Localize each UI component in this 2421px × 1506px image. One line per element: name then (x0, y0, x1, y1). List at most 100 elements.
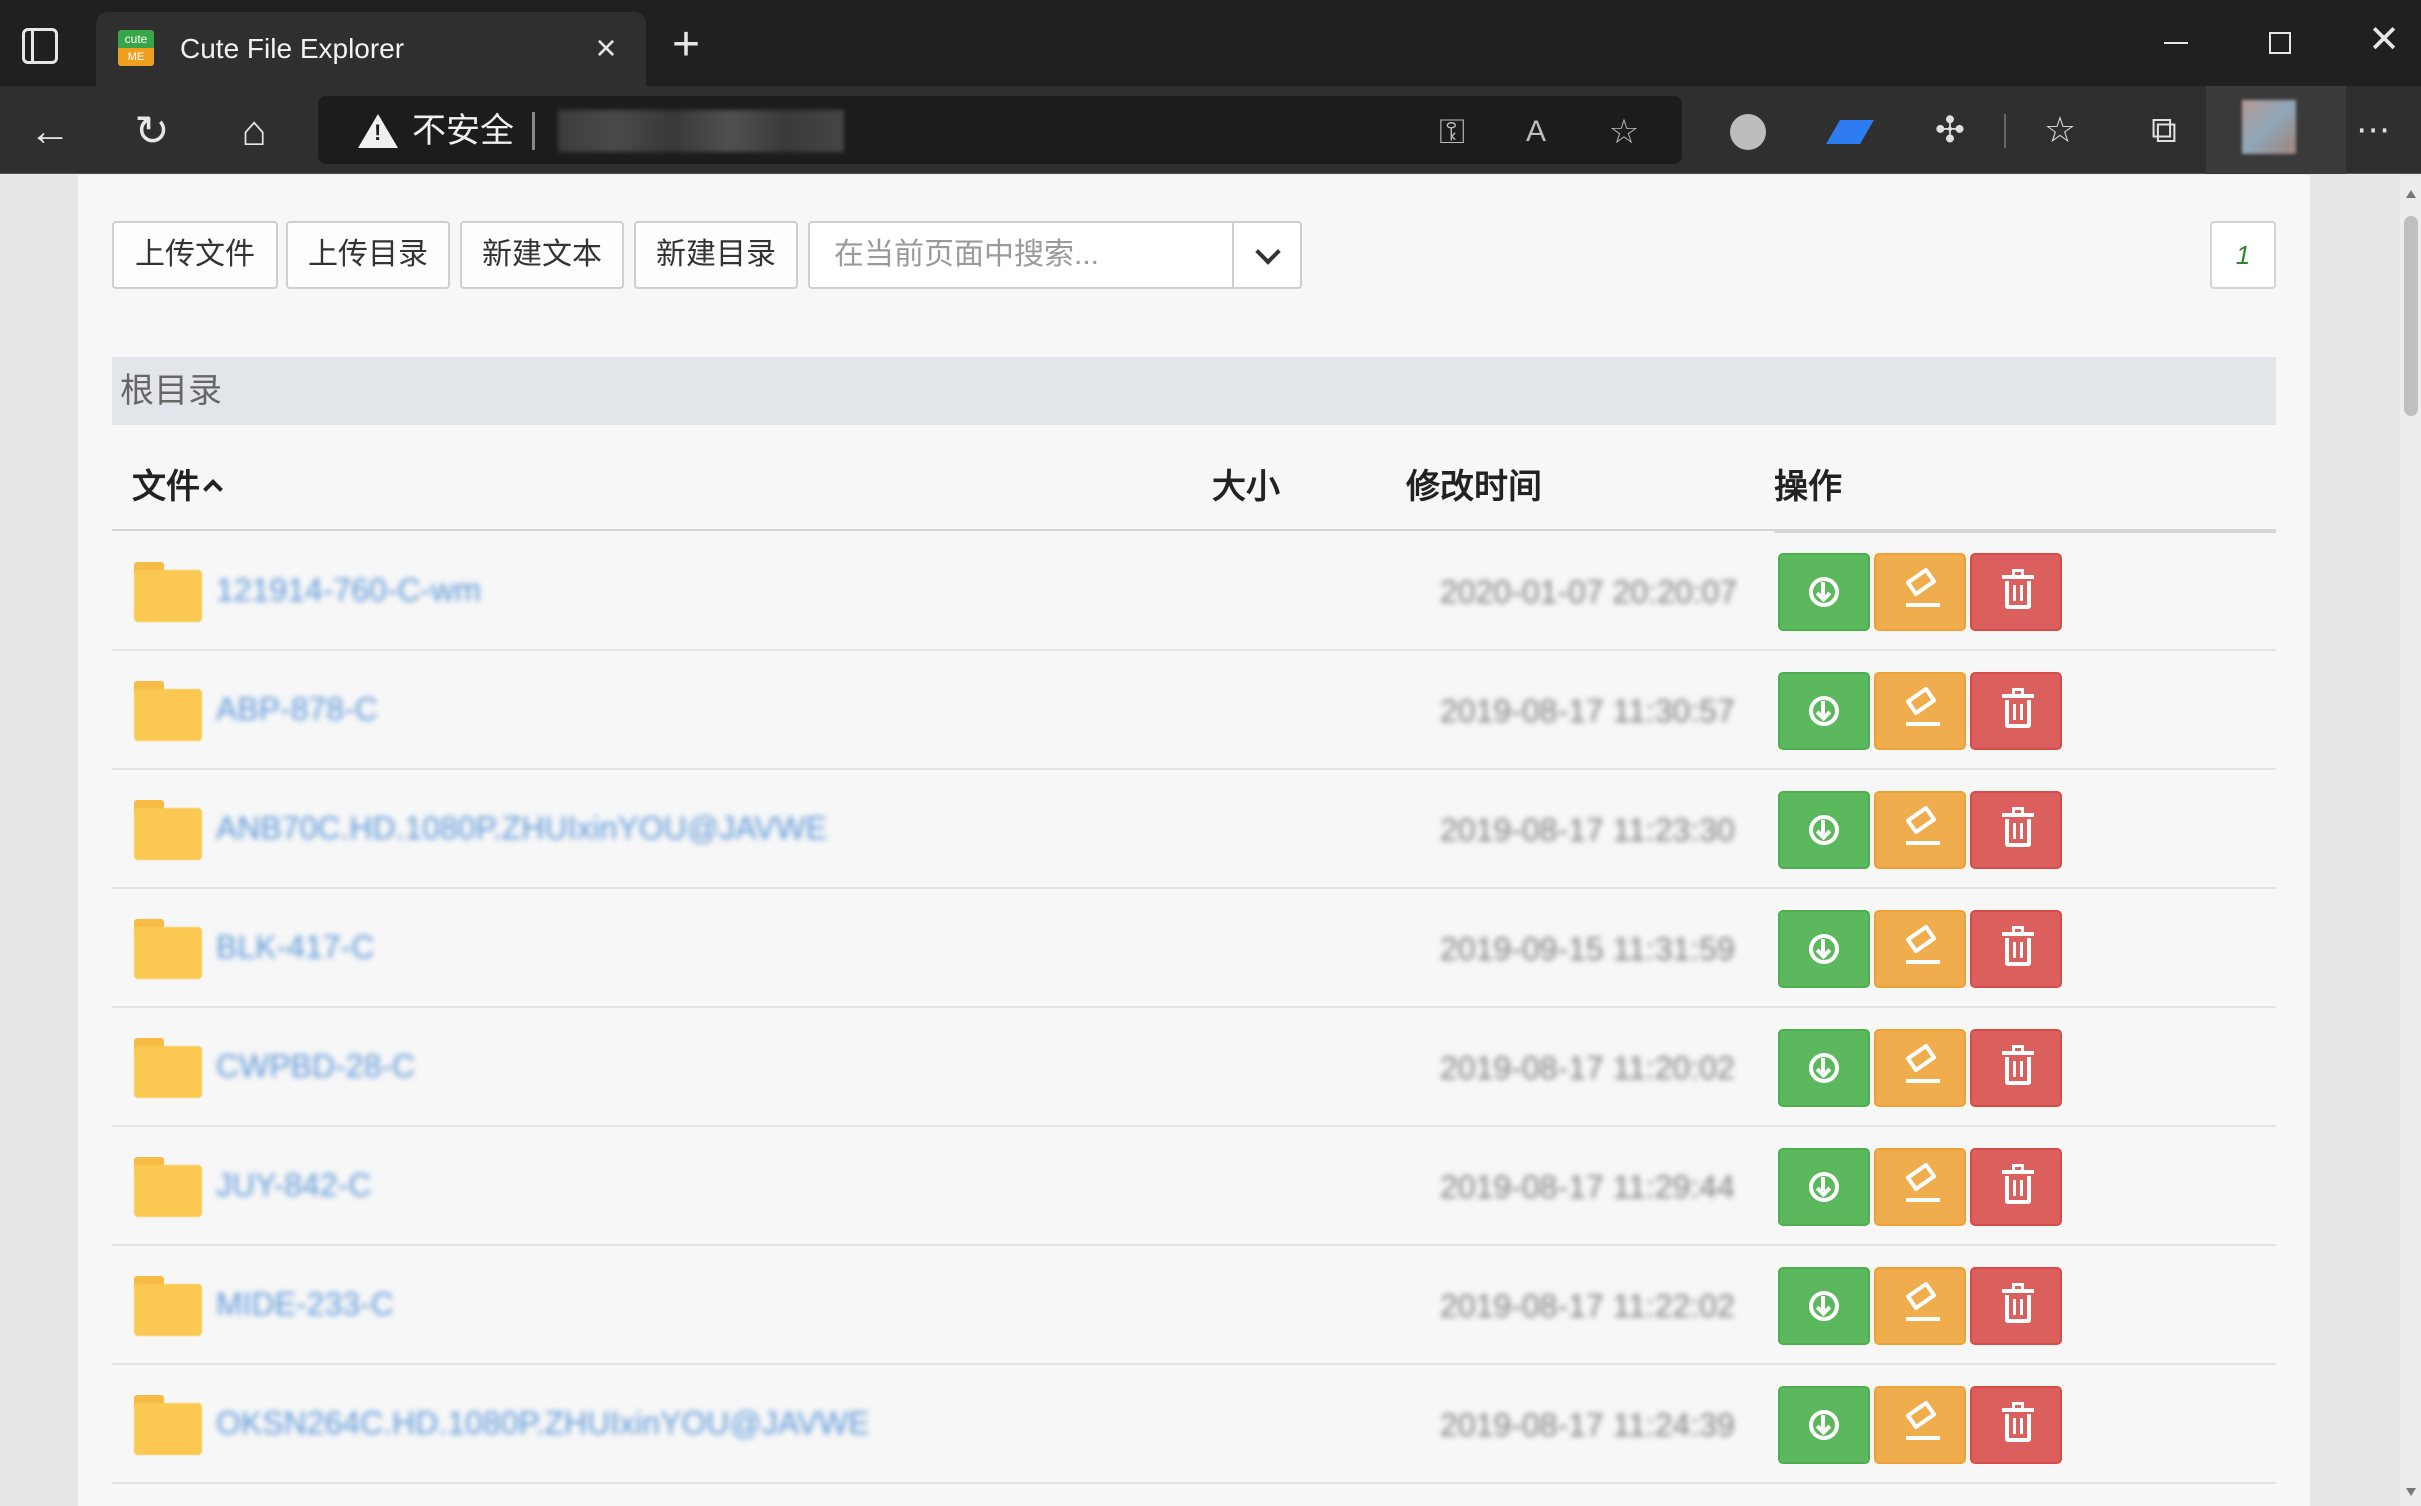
rename-button[interactable] (1874, 1029, 1966, 1107)
folder-icon[interactable] (134, 562, 202, 622)
back-icon[interactable]: ← (22, 104, 78, 160)
download-button[interactable] (1778, 791, 1870, 869)
file-name-link[interactable]: OKSN264C.HD.1080P.ZHUIxinYOU@JAVWE (216, 1403, 870, 1443)
file-name-link[interactable]: ABP-878-C (216, 689, 378, 729)
more-icon[interactable]: ⋯ (2350, 106, 2398, 154)
plus-icon[interactable]: + (664, 21, 708, 69)
puzzle-icon[interactable]: ✣ (1926, 106, 1974, 154)
new-text-button[interactable]: 新建文本 (460, 221, 624, 289)
column-header-modified[interactable]: 修改时间 (1406, 467, 1542, 507)
download-button[interactable] (1778, 1029, 1870, 1107)
table-row[interactable]: CWPBD-28-C 2019-08-17 11:20:02 (112, 1010, 2276, 1127)
download-button[interactable] (1778, 910, 1870, 988)
file-name-link[interactable]: ANB70C.HD.1080P.ZHUIxinYOU@JAVWE (216, 808, 827, 848)
scrollbar[interactable] (2400, 176, 2421, 1506)
rename-button[interactable] (1874, 791, 1966, 869)
delete-button[interactable] (1970, 553, 2062, 631)
sidebar-toggle-icon[interactable] (22, 28, 58, 64)
file-name-link[interactable]: CWPBD-28-C (216, 1046, 415, 1086)
eraser-icon-line (1906, 960, 1940, 964)
trash-icon (2002, 813, 2034, 817)
minimize-icon[interactable] (2146, 18, 2206, 62)
rename-button[interactable] (1874, 672, 1966, 750)
search-input[interactable] (810, 223, 1230, 287)
folder-icon[interactable] (134, 681, 202, 741)
trash-icon-can (2005, 700, 2031, 728)
url-text-redacted[interactable] (558, 110, 844, 152)
column-header-file-label: 文件 (132, 468, 200, 506)
eraser-icon (1905, 805, 1937, 835)
favorites-icon[interactable]: ☆ (2036, 106, 2084, 154)
file-modified-time: 2019-08-17 11:23:30 (1440, 812, 1735, 848)
file-name-link[interactable]: BLK-417-C (216, 927, 374, 967)
column-header-file[interactable]: 文件 (132, 467, 223, 507)
folder-icon[interactable] (134, 1276, 202, 1336)
download-button[interactable] (1778, 672, 1870, 750)
table-row[interactable]: JUY-842-C 2019-08-17 11:29:44 (112, 1129, 2276, 1246)
avatar[interactable] (2206, 86, 2346, 174)
table-row[interactable]: ANB70C.HD.1080P.ZHUIxinYOU@JAVWE 2019-08-… (112, 772, 2276, 889)
rename-button[interactable] (1874, 1148, 1966, 1226)
delete-button[interactable] (1970, 910, 2062, 988)
delete-button[interactable] (1970, 672, 2062, 750)
folder-icon[interactable] (134, 919, 202, 979)
search-dropdown-button[interactable] (1232, 223, 1302, 287)
rename-button[interactable] (1874, 553, 1966, 631)
download-button[interactable] (1778, 1267, 1870, 1345)
folder-icon[interactable] (134, 1038, 202, 1098)
table-row[interactable]: BLK-417-C 2019-09-15 11:31:59 (112, 891, 2276, 1008)
rename-button[interactable] (1874, 1267, 1966, 1345)
key-icon[interactable]: ⚿ (1430, 110, 1474, 154)
table-row[interactable]: 121914-760-C-wm 2020-01-07 20:20:07 (112, 534, 2276, 651)
extension-icon[interactable] (1826, 106, 1874, 154)
trash-icon (2002, 575, 2034, 579)
read-aloud-icon[interactable]: A (1514, 110, 1558, 154)
delete-button[interactable] (1970, 791, 2062, 869)
eraser-icon-line (1906, 603, 1940, 607)
table-row[interactable]: OKSN264C.HD.1080P.ZHUIxinYOU@JAVWE 2019-0… (112, 1367, 2276, 1484)
rename-button[interactable] (1874, 1386, 1966, 1464)
refresh-icon[interactable]: ↻ (124, 104, 180, 160)
trash-icon (2002, 1289, 2034, 1293)
file-name-link[interactable]: JUY-842-C (216, 1165, 371, 1205)
rename-button[interactable] (1874, 910, 1966, 988)
download-button[interactable] (1778, 1148, 1870, 1226)
delete-button[interactable] (1970, 1386, 2062, 1464)
delete-button[interactable] (1970, 1148, 2062, 1226)
maximize-icon[interactable] (2250, 18, 2310, 62)
upload-file-button[interactable]: 上传文件 (112, 221, 278, 289)
performance-icon[interactable] (1724, 106, 1772, 154)
avatar-image (2242, 100, 2296, 154)
folder-icon[interactable] (134, 1157, 202, 1217)
file-name-link[interactable]: MIDE-233-C (216, 1284, 394, 1324)
new-directory-button[interactable]: 新建目录 (634, 221, 798, 289)
collections-icon[interactable]: ⧉ (2140, 106, 2188, 154)
close-icon[interactable]: × (588, 30, 624, 66)
delete-button[interactable] (1970, 1267, 2062, 1345)
download-icon (1809, 934, 1839, 964)
file-name-link[interactable]: 121914-760-C-wm (216, 570, 481, 610)
download-button[interactable] (1778, 553, 1870, 631)
add-favorite-icon[interactable]: ☆ (1602, 110, 1646, 154)
scroll-up-icon[interactable] (2406, 190, 2416, 198)
window-close-icon[interactable]: ✕ (2354, 18, 2414, 62)
download-button[interactable] (1778, 1386, 1870, 1464)
home-icon[interactable]: ⌂ (226, 104, 282, 160)
trash-icon (2002, 1408, 2034, 1412)
upload-directory-button[interactable]: 上传目录 (286, 221, 450, 289)
folder-icon[interactable] (134, 800, 202, 860)
browser-tab[interactable]: cute ME Cute File Explorer × (96, 12, 646, 86)
column-header-size[interactable]: 大小 (1212, 467, 1280, 507)
delete-button[interactable] (1970, 1029, 2062, 1107)
scroll-down-icon[interactable] (2406, 1488, 2416, 1496)
breadcrumb[interactable]: 根目录 (112, 357, 2276, 425)
address-bar[interactable]: 不安全 ⚿ A ☆ (318, 96, 1682, 164)
table-row[interactable]: MIDE-233-C 2019-08-17 11:22:02 (112, 1248, 2276, 1365)
eraser-icon (1905, 1400, 1937, 1430)
table-row[interactable]: ABP-878-C 2019-08-17 11:30:57 (112, 653, 2276, 770)
security-label[interactable]: 不安全 (412, 112, 514, 150)
page-number[interactable]: 1 (2210, 221, 2276, 289)
scrollbar-thumb[interactable] (2404, 216, 2418, 416)
folder-icon[interactable] (134, 1395, 202, 1455)
file-modified-time: 2019-09-15 11:31:59 (1440, 931, 1735, 967)
